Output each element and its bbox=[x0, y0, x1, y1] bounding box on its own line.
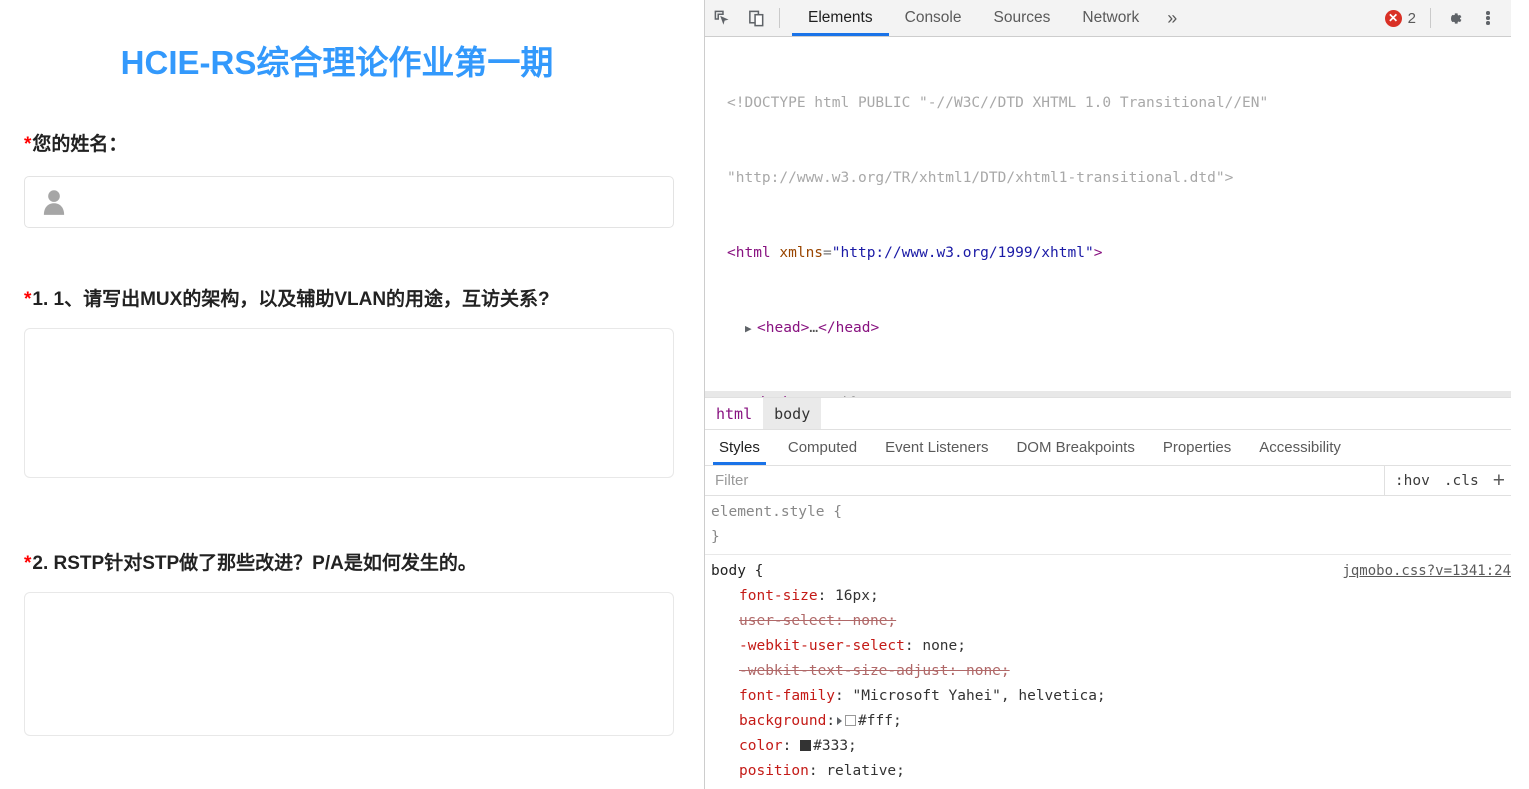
styles-filter-tools: :hov .cls + bbox=[1383, 466, 1511, 495]
dom-line-body[interactable]: ···▼<body> == $0 bbox=[705, 391, 1511, 397]
gear-icon[interactable] bbox=[1437, 9, 1471, 28]
new-style-rule-button[interactable]: + bbox=[1493, 470, 1505, 491]
inspect-element-icon[interactable] bbox=[705, 0, 739, 36]
screenshot-root: HCIE-RS综合理论作业第一期 *您的姓名： *1. 1、请写出MUX的架构，… bbox=[0, 0, 1529, 789]
question-2-block: *2. RSTP针对STP做了那些改进？P/A是如何发生的。 bbox=[24, 550, 680, 736]
kebab-menu-icon[interactable] bbox=[1471, 10, 1505, 27]
error-count-value: 2 bbox=[1407, 9, 1416, 27]
dom-line-doctype-2: "http://www.w3.org/TR/xhtml1/DTD/xhtml1-… bbox=[727, 170, 1234, 186]
devtools-panel: Elements Console Sources Network » ✕ 2 <… bbox=[704, 0, 1511, 789]
devtools-tab-bar: Elements Console Sources Network » bbox=[792, 0, 1189, 36]
devtools-toolbar: Elements Console Sources Network » ✕ 2 bbox=[705, 0, 1511, 37]
declaration-font-family[interactable]: font-family: "Microsoft Yahei", helvetic… bbox=[711, 684, 1511, 709]
error-count-badge[interactable]: ✕ 2 bbox=[1377, 9, 1424, 27]
stylesheet-source-link[interactable]: jqmobo.css?v=1341:24 bbox=[1342, 559, 1511, 584]
toolbar-divider bbox=[779, 8, 780, 28]
breadcrumb-item-body[interactable]: body bbox=[763, 398, 822, 429]
declaration-webkit-text-size-adjust[interactable]: -webkit-text-size-adjust: none; bbox=[711, 659, 1511, 684]
question-1-text: 1. 1、请写出MUX的架构，以及辅助VLAN的用途，互访关系? bbox=[32, 289, 550, 311]
tab-network[interactable]: Network bbox=[1066, 0, 1155, 36]
styles-pane[interactable]: element.style { } jqmobo.css?v=1341:24 b… bbox=[705, 496, 1511, 789]
hov-toggle-button[interactable]: :hov bbox=[1395, 473, 1430, 489]
color-swatch-color[interactable] bbox=[800, 740, 812, 751]
declaration-position[interactable]: position: relative; bbox=[711, 759, 1511, 784]
required-asterisk: * bbox=[24, 552, 32, 574]
question-2-text: 2. RSTP针对STP做了那些改进？P/A是如何发生的。 bbox=[32, 552, 477, 574]
color-swatch-background[interactable] bbox=[845, 715, 857, 726]
page-title: HCIE-RS综合理论作业第一期 bbox=[120, 44, 554, 81]
styles-filter-input[interactable] bbox=[705, 471, 1384, 490]
tab-styles[interactable]: Styles bbox=[705, 430, 774, 465]
styles-sidebar-tab-bar: Styles Computed Event Listeners DOM Brea… bbox=[705, 430, 1511, 466]
required-asterisk: * bbox=[24, 289, 32, 311]
toolbar-right-group: ✕ 2 bbox=[1377, 0, 1511, 36]
question-1-answer-textarea[interactable] bbox=[24, 327, 674, 478]
name-question-text: 您的姓名： bbox=[32, 133, 128, 155]
rule-element-style[interactable]: element.style { } bbox=[705, 496, 1511, 554]
dom-line-html[interactable]: <html xmlns="http://www.w3.org/1999/xhtm… bbox=[705, 241, 1511, 266]
survey-page-pane: HCIE-RS综合理论作业第一期 *您的姓名： *1. 1、请写出MUX的架构，… bbox=[0, 0, 704, 789]
question-2-label: *2. RSTP针对STP做了那些改进？P/A是如何发生的。 bbox=[24, 550, 680, 578]
breadcrumb: html body bbox=[705, 397, 1511, 430]
question-1-block: *1. 1、请写出MUX的架构，以及辅助VLAN的用途，互访关系? bbox=[24, 286, 680, 478]
tab-event-listeners[interactable]: Event Listeners bbox=[871, 430, 1002, 465]
name-question-label: *您的姓名： bbox=[24, 131, 680, 159]
tab-elements[interactable]: Elements bbox=[792, 0, 889, 36]
tab-accessibility[interactable]: Accessibility bbox=[1245, 430, 1355, 465]
tab-dom-breakpoints[interactable]: DOM Breakpoints bbox=[1002, 430, 1148, 465]
element-style-close: } bbox=[711, 529, 720, 545]
more-tabs-chevron-icon[interactable]: » bbox=[1155, 0, 1189, 36]
styles-filter-bar: :hov .cls + bbox=[705, 466, 1511, 789]
toolbar-divider-2 bbox=[1430, 8, 1431, 28]
tab-properties[interactable]: Properties bbox=[1149, 430, 1245, 465]
tab-computed[interactable]: Computed bbox=[774, 430, 871, 465]
name-input[interactable] bbox=[24, 176, 674, 229]
cls-toggle-button[interactable]: .cls bbox=[1444, 473, 1479, 489]
device-toolbar-icon[interactable] bbox=[739, 0, 773, 36]
tab-sources[interactable]: Sources bbox=[978, 0, 1067, 36]
declaration-color[interactable]: color: #333; bbox=[711, 734, 1511, 759]
tab-console[interactable]: Console bbox=[889, 0, 978, 36]
dom-line-head[interactable]: ▶ <head>…</head> bbox=[705, 316, 1511, 341]
error-x-icon: ✕ bbox=[1384, 9, 1402, 27]
declaration-font-size[interactable]: font-size: 16px; bbox=[711, 584, 1511, 609]
question-2-answer-textarea[interactable] bbox=[24, 591, 674, 736]
question-1-label: *1. 1、请写出MUX的架构，以及辅助VLAN的用途，互访关系? bbox=[24, 286, 672, 314]
declaration-background[interactable]: background: #fff; bbox=[711, 709, 1511, 734]
avatar-icon bbox=[43, 190, 65, 216]
rule-body[interactable]: jqmobo.css?v=1341:24 body { font-size: 1… bbox=[705, 554, 1511, 788]
declaration-webkit-user-select[interactable]: -webkit-user-select: none; bbox=[711, 634, 1511, 659]
dom-line-doctype-1: <!DOCTYPE html PUBLIC "-//W3C//DTD XHTML… bbox=[727, 95, 1269, 111]
dom-tree[interactable]: <!DOCTYPE html PUBLIC "-//W3C//DTD XHTML… bbox=[705, 37, 1511, 397]
breadcrumb-item-html[interactable]: html bbox=[705, 398, 763, 429]
required-asterisk: * bbox=[24, 133, 32, 155]
expand-background-icon[interactable] bbox=[837, 717, 843, 725]
declaration-user-select[interactable]: user-select: none; bbox=[711, 609, 1511, 634]
element-style-selector: element.style { bbox=[711, 504, 842, 520]
